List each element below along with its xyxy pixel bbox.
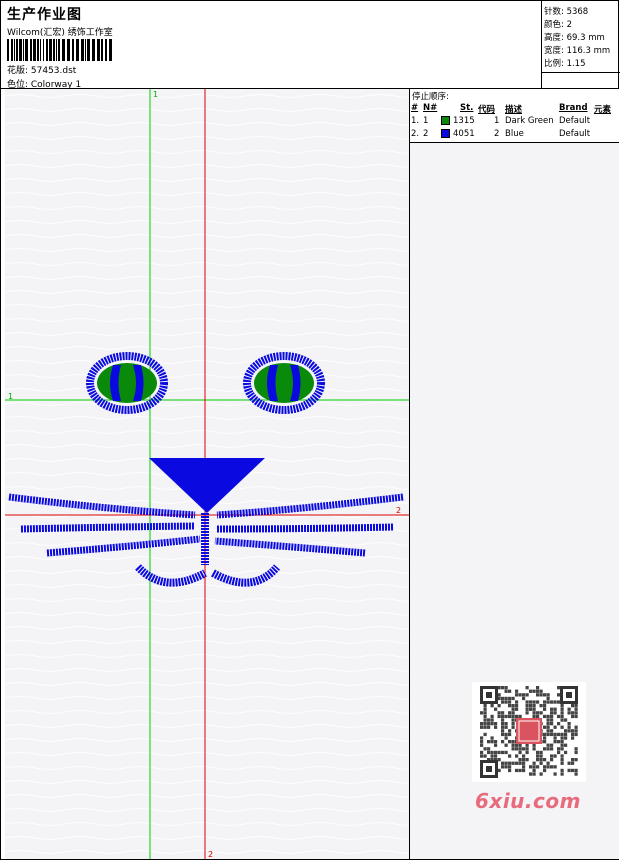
row1-stitches: 1315 — [453, 116, 475, 126]
row2-stitches: 4051 — [453, 129, 475, 139]
left-eye — [86, 352, 168, 414]
red-guide-bottom-label: 2 — [208, 850, 213, 859]
stop-sequence-table: 停止顺序: # N# St. 代码 描述 Brand 元素 1. 1 1315 … — [410, 89, 619, 143]
row1-brand: Default — [559, 116, 591, 126]
col-element: 元素 — [594, 105, 612, 115]
design-height: 高度: 69.3 mm — [544, 33, 605, 43]
stats-box: 针数: 5368 颜色: 2 高度: 69.3 mm 宽度: 116.3 mm … — [541, 1, 620, 88]
stitch-count: 针数: 5368 — [544, 7, 589, 17]
watermark-text: 6xiu.com — [475, 789, 581, 813]
row2-brand: Default — [559, 129, 591, 139]
green-guide-top-label: 1 — [153, 90, 158, 99]
color-count: 颜色: 2 — [544, 20, 572, 30]
col-brand: Brand — [559, 103, 588, 113]
row1-index: 1. — [411, 116, 420, 126]
right-eye — [243, 352, 325, 414]
row2-index: 2. — [411, 129, 420, 139]
row1-description: Dark Green — [505, 116, 554, 126]
row2-color-swatch — [441, 129, 450, 138]
row2-description: Blue — [505, 129, 524, 139]
studio-name: Wilcom(汇宏) 绣饰工作室 — [7, 28, 113, 38]
col-needle: N# — [423, 103, 438, 113]
green-guide-left-label: 1 — [8, 392, 13, 401]
design-preview[interactable]: 1 1 2 2 — [5, 89, 410, 859]
qr-code — [472, 682, 586, 782]
row1-needle: 1 — [423, 116, 429, 126]
col-code: 代码 — [478, 105, 496, 115]
worksheet: 生产作业图 Wilcom(汇宏) 绣饰工作室 花版: 57453.dst 色位:… — [0, 0, 620, 860]
row2-needle: 2 — [423, 129, 429, 139]
row1-color-swatch — [441, 116, 450, 125]
design-scale: 比例: 1.15 — [544, 59, 586, 69]
header-left: 生产作业图 Wilcom(汇宏) 绣饰工作室 花版: 57453.dst 色位:… — [5, 3, 541, 90]
embroidery-canvas: 1 1 2 2 — [5, 89, 409, 859]
col-index: # — [411, 103, 419, 113]
red-guide-right-label: 2 — [396, 506, 401, 515]
col-description: 描述 — [505, 105, 523, 115]
col-stitches: St. — [460, 103, 474, 113]
row2-code: 2 — [494, 129, 500, 139]
barcode — [7, 39, 112, 61]
page-title: 生产作业图 — [7, 7, 82, 23]
row1-code: 1 — [494, 116, 500, 126]
design-width: 宽度: 116.3 mm — [544, 46, 611, 56]
design-file-label: 花版: 57453.dst — [7, 66, 77, 76]
stop-sequence-title: 停止顺序: — [412, 92, 449, 102]
